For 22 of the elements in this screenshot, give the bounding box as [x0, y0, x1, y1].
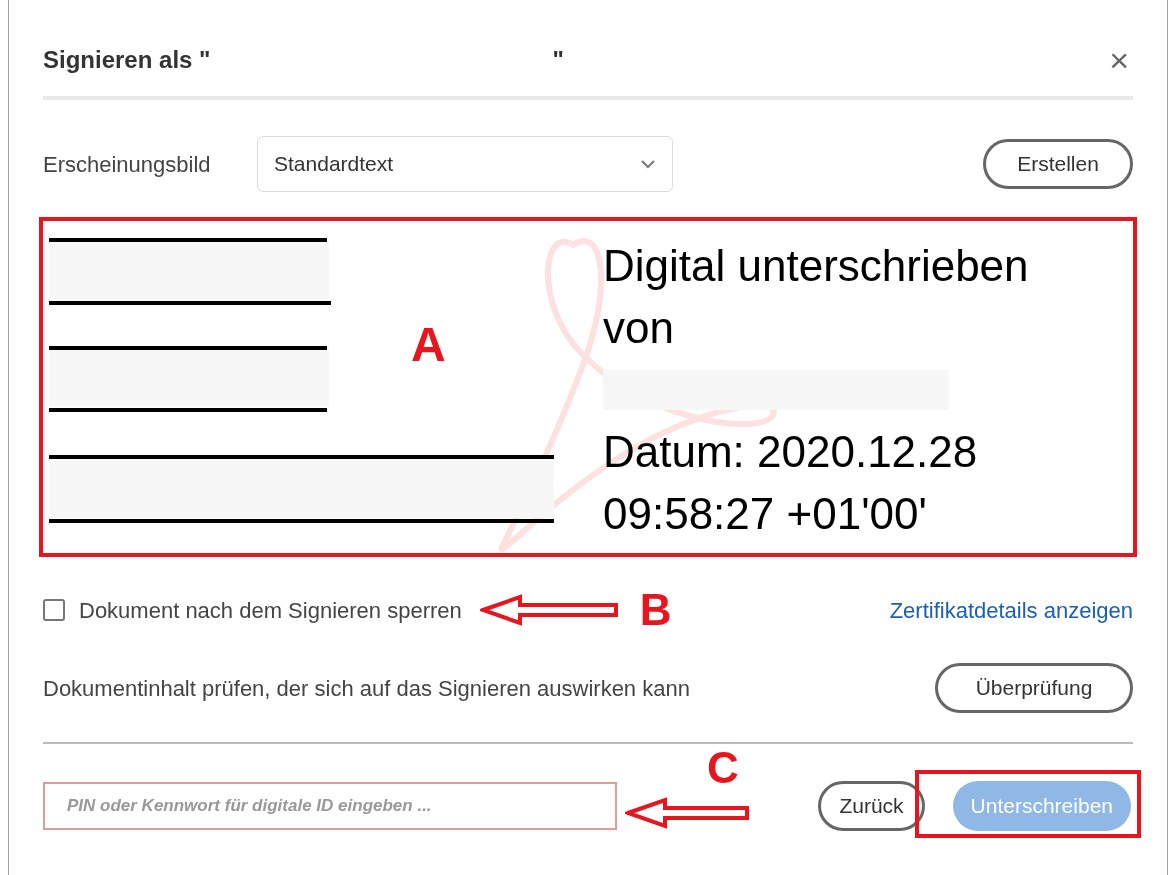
- signature-text: 09:58:27 +01'00': [603, 492, 927, 536]
- create-button[interactable]: Erstellen: [983, 139, 1133, 189]
- dialog-title: Signieren als ": [43, 45, 211, 75]
- annotation-label: A: [411, 317, 446, 373]
- close-button[interactable]: ×: [1109, 43, 1129, 77]
- checkbox[interactable]: [43, 599, 65, 621]
- certificate-details-link[interactable]: Zertifikatdetails anzeigen: [889, 593, 1133, 627]
- chevron-down-icon: [640, 159, 656, 169]
- dropdown-value: Standardtext: [274, 151, 394, 178]
- checkbox-label: Dokument nach dem Signieren sperren: [79, 596, 462, 625]
- signature-text: von: [603, 306, 674, 350]
- back-button[interactable]: Zurück: [818, 781, 925, 831]
- appearance-dropdown[interactable]: Standardtext: [257, 136, 673, 192]
- pin-input-field[interactable]: PIN oder Kennwort für digitale ID eingeben ...: [43, 782, 617, 830]
- annotation-label: B: [639, 584, 672, 636]
- review-description: Dokumentinhalt prüfen, der sich auf das Signieren auswirken kann: [43, 674, 690, 703]
- review-button[interactable]: Überprüfung: [935, 663, 1133, 713]
- appearance-label: Erscheinungsbild: [43, 150, 212, 179]
- signature-text: Datum: 2020.12.28: [603, 430, 978, 474]
- signature-text: Digital unterschrieben: [603, 244, 1029, 288]
- annotation-label: C: [707, 746, 739, 790]
- dialog-title-quote: ": [552, 45, 564, 75]
